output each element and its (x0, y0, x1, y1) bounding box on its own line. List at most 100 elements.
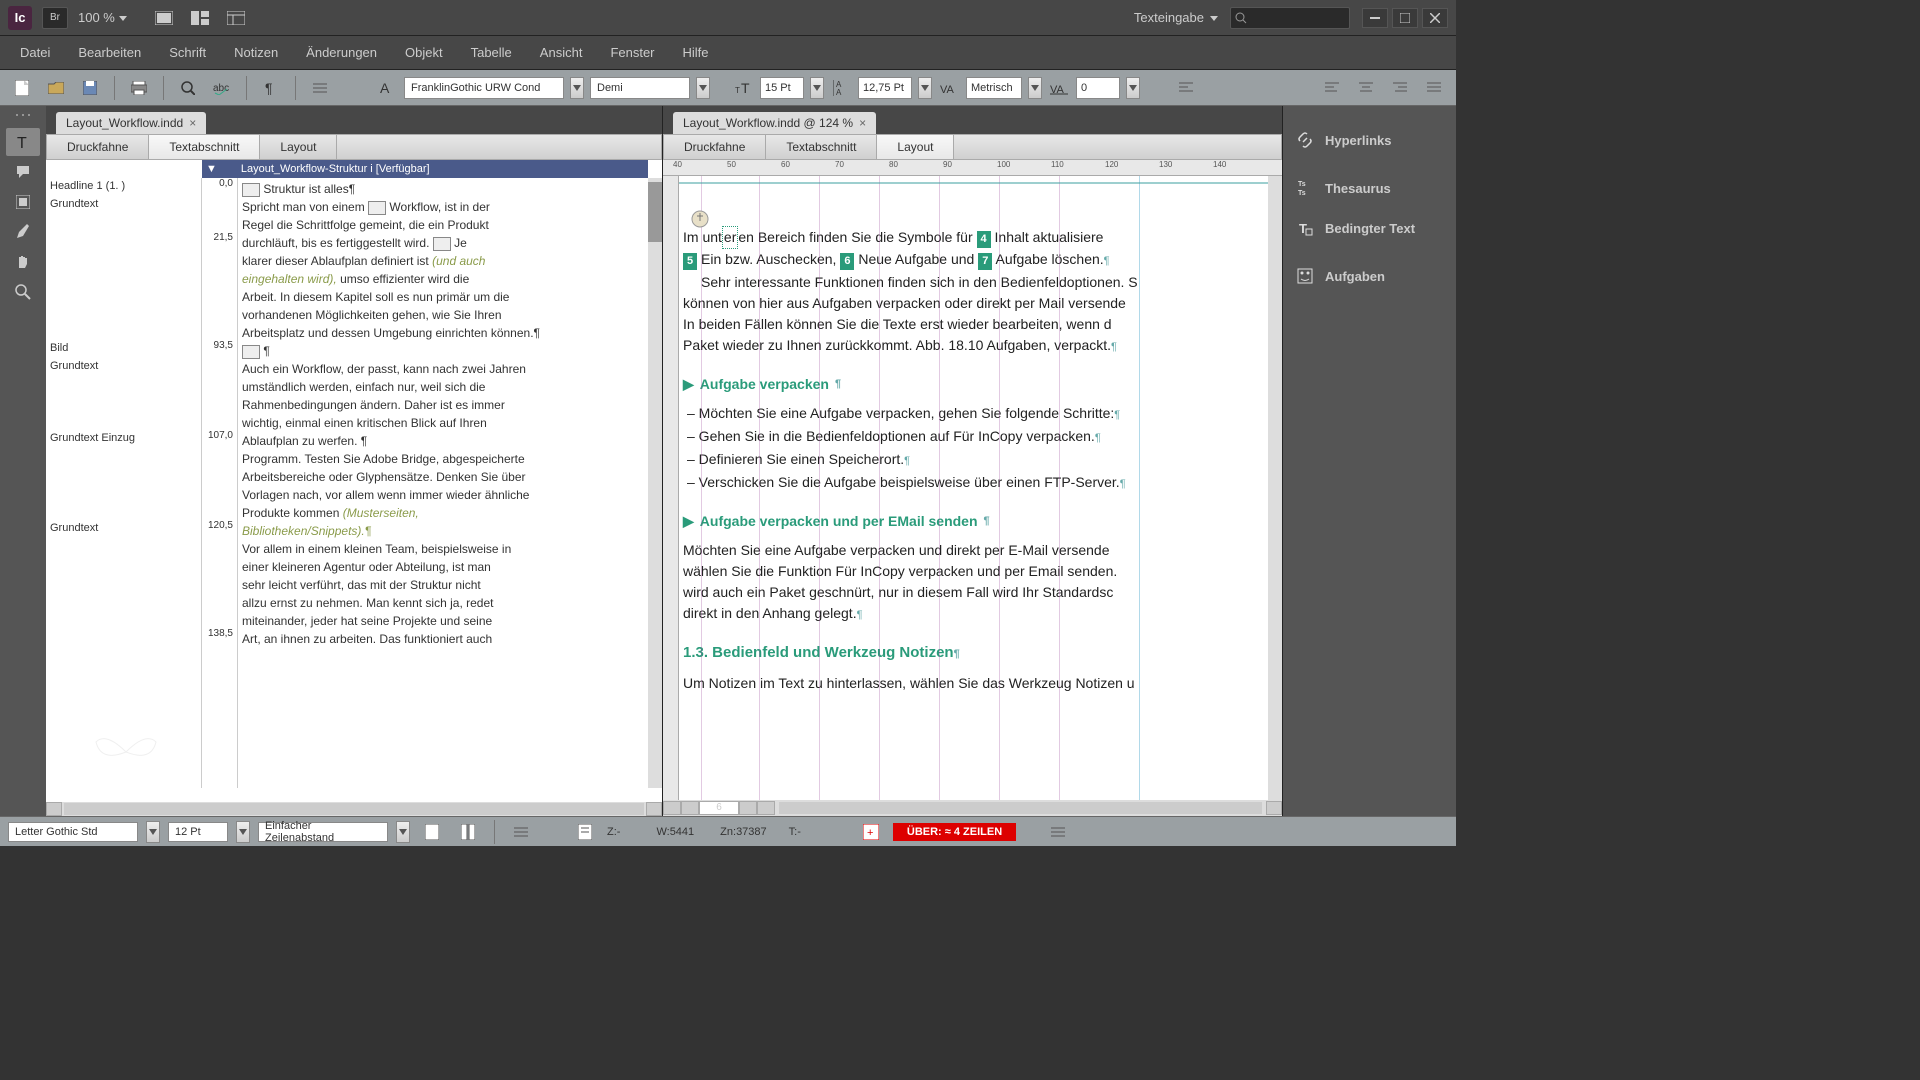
column-double-icon[interactable] (454, 820, 482, 844)
arrange-documents-icon[interactable] (185, 6, 215, 30)
dropdown-arrow-icon[interactable] (918, 77, 932, 99)
tab-layout[interactable]: Layout (260, 135, 337, 159)
status-size-dropdown[interactable]: 12 Pt (168, 822, 228, 842)
scroll-right-icon[interactable]: ▶ (646, 802, 662, 816)
minimize-button[interactable] (1362, 8, 1388, 28)
dropdown-arrow-icon[interactable] (146, 821, 160, 843)
dropdown-arrow-icon[interactable] (696, 77, 710, 99)
menu-font[interactable]: Schrift (157, 39, 218, 66)
ruler-tick: 140 (1213, 160, 1226, 169)
dropdown-arrow-icon[interactable] (236, 821, 250, 843)
disclosure-triangle-icon[interactable]: ▼ (206, 163, 217, 175)
save-icon[interactable] (76, 76, 104, 100)
find-icon[interactable] (174, 76, 202, 100)
status-font-dropdown[interactable]: Letter Gothic Std (8, 822, 138, 842)
dropdown-arrow-icon[interactable] (396, 821, 410, 843)
last-page-icon[interactable]: ⏭ (757, 801, 775, 815)
document-tab[interactable]: Layout_Workflow.indd × (56, 112, 206, 134)
menu-changes[interactable]: Änderungen (294, 39, 389, 66)
status-spacing-dropdown[interactable]: Einfacher Zeilenabstand (258, 822, 388, 842)
dropdown-arrow-icon[interactable] (1028, 77, 1042, 99)
note-indicator-icon[interactable] (691, 210, 709, 228)
tab-galley[interactable]: Druckfahne (47, 135, 149, 159)
open-file-icon[interactable] (42, 76, 70, 100)
numbered-reference: 7 (978, 253, 992, 270)
panel-thesaurus[interactable]: TsTs Thesaurus (1283, 168, 1456, 208)
column-single-icon[interactable] (418, 820, 446, 844)
align-center-icon[interactable] (1352, 76, 1380, 100)
close-tab-icon[interactable]: × (189, 116, 196, 130)
menu-help[interactable]: Hilfe (671, 39, 721, 66)
panel-tasks[interactable]: Aufgaben (1283, 256, 1456, 296)
panel-menu-icon[interactable] (306, 76, 334, 100)
tracking-field[interactable]: 0 (1076, 77, 1120, 99)
tracking-icon: VA (1048, 77, 1070, 99)
page-number-field[interactable]: 6 (699, 801, 739, 815)
horizontal-ruler[interactable]: 40 50 60 70 80 90 100 110 120 130 140 (663, 160, 1282, 176)
story-bar[interactable]: ▼ Layout_Workflow-Struktur i [Verfügbar] (202, 160, 648, 178)
note-tool[interactable] (6, 158, 40, 186)
font-style-dropdown[interactable]: Demi (590, 77, 690, 99)
dropdown-arrow-icon[interactable] (810, 77, 824, 99)
zoom-level-dropdown[interactable]: 100 % (78, 10, 127, 25)
align-justify-icon[interactable] (1420, 76, 1448, 100)
view-options-icon[interactable] (221, 6, 251, 30)
tab-story[interactable]: Textabschnitt (766, 135, 877, 159)
font-size-field[interactable]: 15 Pt (760, 77, 804, 99)
first-page-icon[interactable]: ⏮ (663, 801, 681, 815)
vertical-scrollbar[interactable] (648, 178, 662, 788)
dropdown-arrow-icon[interactable] (1126, 77, 1140, 99)
info-lines-icon[interactable] (507, 820, 535, 844)
spellcheck-icon[interactable]: abc (208, 76, 236, 100)
prev-page-icon[interactable]: ◀ (681, 801, 699, 815)
panel-hyperlinks[interactable]: Hyperlinks (1283, 120, 1456, 160)
menu-table[interactable]: Tabelle (459, 39, 524, 66)
workspace-dropdown[interactable]: Texteingabe (1134, 10, 1218, 25)
print-icon[interactable] (125, 76, 153, 100)
story-text-area[interactable]: Struktur ist alles¶ Spricht man von eine… (238, 178, 648, 788)
panel-conditional-text[interactable]: T Bedingter Text (1283, 208, 1456, 248)
dropdown-arrow-icon[interactable] (570, 77, 584, 99)
pilcrow-icon[interactable]: ¶ (257, 76, 285, 100)
leading-field[interactable]: 12,75 Pt (858, 77, 912, 99)
type-tool[interactable]: T (6, 128, 40, 156)
position-tool[interactable] (6, 188, 40, 216)
toolbox-grip[interactable] (13, 112, 33, 120)
menu-notes[interactable]: Notizen (222, 39, 290, 66)
scroll-left-icon[interactable]: ◀ (46, 802, 62, 816)
horizontal-scrollbar[interactable]: ◀ ▶ (46, 802, 662, 816)
menu-object[interactable]: Objekt (393, 39, 455, 66)
kerning-field[interactable]: Metrisch (966, 77, 1022, 99)
document-tab[interactable]: Layout_Workflow.indd @ 124 % × (673, 112, 876, 134)
vertical-scrollbar[interactable] (1268, 176, 1282, 800)
vertical-ruler[interactable] (663, 176, 679, 800)
page-canvas[interactable]: Im unteren Bereich finden Sie die Symbol… (679, 176, 1268, 800)
close-button[interactable] (1422, 8, 1448, 28)
tab-layout[interactable]: Layout (877, 135, 954, 159)
bridge-button[interactable]: Br (42, 7, 68, 29)
horizontal-scrollbar[interactable] (779, 802, 1262, 814)
close-tab-icon[interactable]: × (859, 116, 866, 130)
tab-story[interactable]: Textabschnitt (149, 135, 260, 159)
new-file-icon[interactable] (8, 76, 36, 100)
status-menu-icon[interactable] (1044, 820, 1072, 844)
align-right-icon[interactable] (1386, 76, 1414, 100)
style-column: Headline 1 (1. ) Grundtext Bild Grundtex… (46, 178, 202, 788)
align-left-icon[interactable] (1318, 76, 1346, 100)
zoom-tool[interactable] (6, 278, 40, 306)
search-input[interactable] (1230, 7, 1350, 29)
eyedropper-tool[interactable] (6, 218, 40, 246)
screen-mode-icon[interactable] (149, 6, 179, 30)
menu-window[interactable]: Fenster (598, 39, 666, 66)
menu-edit[interactable]: Bearbeiten (66, 39, 153, 66)
next-page-icon[interactable]: ▶ (739, 801, 757, 815)
tab-galley[interactable]: Druckfahne (664, 135, 766, 159)
menu-file[interactable]: Datei (8, 39, 62, 66)
hand-tool[interactable] (6, 248, 40, 276)
overset-icon: + (857, 820, 885, 844)
font-family-dropdown[interactable]: FranklinGothic URW Cond (404, 77, 564, 99)
align-left-icon[interactable] (1172, 76, 1200, 100)
maximize-button[interactable] (1392, 8, 1418, 28)
split-view-icon[interactable] (1266, 801, 1282, 815)
menu-view[interactable]: Ansicht (528, 39, 595, 66)
